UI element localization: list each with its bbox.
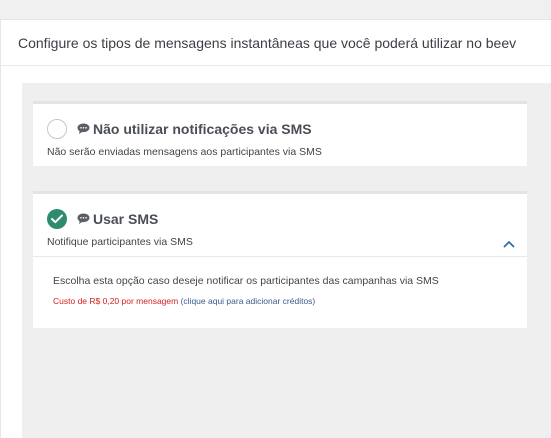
panel-header: Configure os tipos de mensagens instantâ… [1, 20, 551, 66]
divider [33, 256, 527, 257]
option-detail-text: Escolha esta opção caso deseje notificar… [53, 275, 439, 287]
cost-info: Custo de R$ 0,20 por mensagem (clique aq… [53, 296, 315, 306]
option-card-use-sms[interactable]: Usar SMS Notifique participantes via SMS… [33, 191, 527, 328]
option-title-text: Usar SMS [93, 211, 159, 227]
chat-bubble-icon [77, 122, 90, 138]
option-title-text: Não utilizar notificações via SMS [93, 121, 312, 137]
chat-bubble-icon [77, 212, 90, 228]
radio-button-no-sms[interactable] [47, 119, 67, 139]
radio-button-use-sms[interactable] [47, 209, 67, 229]
option-card-no-sms[interactable]: Não utilizar notificações via SMS Não se… [33, 101, 527, 166]
cost-text: Custo de R$ 0,20 por mensagem [53, 296, 179, 306]
checkmark-icon [51, 214, 63, 224]
page-title: Configure os tipos de mensagens instantâ… [18, 35, 517, 51]
option-title: Usar SMS [77, 211, 158, 228]
settings-panel: Configure os tipos de mensagens instantâ… [0, 19, 551, 438]
option-subtitle: Notifique participantes via SMS [47, 236, 193, 248]
options-container: Não utilizar notificações via SMS Não se… [22, 83, 551, 438]
add-credits-link[interactable]: (clique aqui para adicionar créditos) [181, 296, 316, 306]
option-subtitle: Não serão enviadas mensagens aos partici… [47, 146, 322, 158]
option-title: Não utilizar notificações via SMS [77, 121, 312, 138]
chevron-up-icon[interactable] [503, 235, 515, 253]
